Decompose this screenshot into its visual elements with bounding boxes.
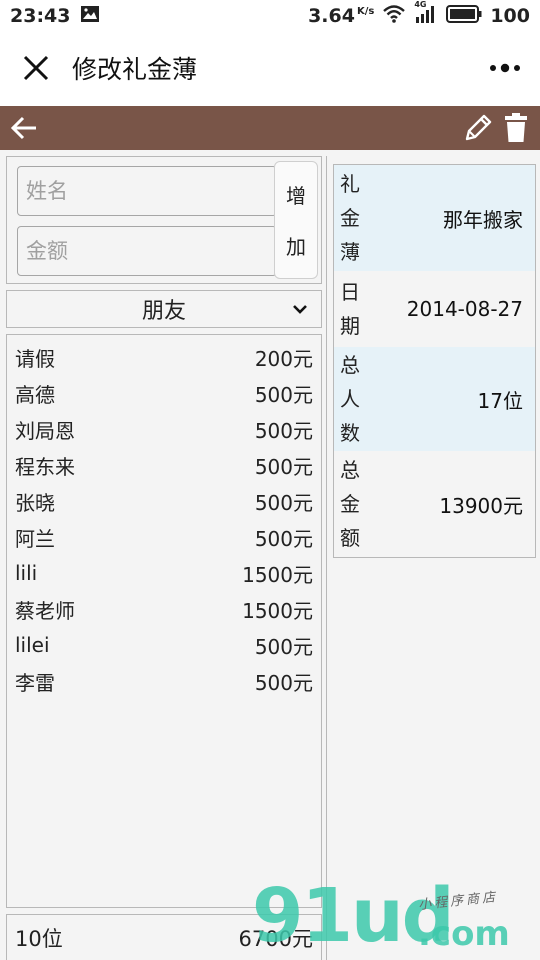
guest-row[interactable]: 张晓 500元 [7, 483, 321, 519]
add-button[interactable]: 增 加 [274, 161, 318, 279]
guest-name: 蔡老师 [15, 598, 75, 623]
info-value-date: 2014-08-27 [406, 297, 523, 321]
guest-list: 请假 200元 高德 500元 刘局恩 500元 程东来 500元 张晓 500元 阿兰 500元 li… [6, 334, 322, 908]
back-button[interactable] [6, 108, 42, 148]
info-value-amount: 13900元 [439, 493, 523, 518]
edit-button[interactable] [460, 108, 496, 148]
column-divider [326, 156, 327, 960]
info-key-amount: 总金额 [340, 458, 360, 550]
arrow-left-icon [10, 116, 36, 140]
close-icon [23, 55, 49, 81]
chevron-down-icon [293, 305, 307, 314]
wifi-icon [382, 4, 406, 29]
trash-icon [505, 113, 527, 142]
guest-name: lili [15, 561, 38, 585]
guest-amount: 500元 [254, 670, 313, 695]
guest-row[interactable]: 刘局恩 500元 [7, 411, 321, 447]
info-row-amount: 总金额 13900元 [334, 451, 535, 557]
book-info-panel: 礼金薄 那年搬家 日期 2014-08-27 总人数 17位 总金额 13900… [333, 164, 536, 558]
status-time: 23:43 [10, 5, 71, 27]
guest-name: 李雷 [15, 670, 55, 695]
info-key-book: 礼金薄 [340, 172, 360, 264]
gallery-notification-icon [80, 5, 100, 28]
network-speed: 3.64 K/s [308, 5, 375, 27]
guest-row[interactable]: 阿兰 500元 [7, 519, 321, 555]
battery-icon [446, 4, 482, 28]
guest-name: lilei [15, 633, 50, 657]
cellular-signal-icon: 4G [414, 0, 438, 29]
title-bar: 修改礼金薄 [0, 32, 540, 104]
info-key-date: 日期 [340, 280, 360, 338]
content-area: 增 加 朋友 请假200元高德500元刘局恩500元程东来500元张晓500元阿… [0, 150, 540, 960]
summary-bar: 10位 6700元 [6, 914, 322, 960]
guest-amount: 500元 [254, 454, 313, 479]
guest-name: 张晓 [15, 490, 55, 515]
action-toolbar [0, 106, 540, 150]
guest-name: 刘局恩 [15, 418, 75, 443]
info-key-people: 总人数 [340, 353, 360, 445]
delete-button[interactable] [498, 108, 534, 148]
info-value-people: 17位 [477, 388, 523, 413]
guest-name: 请假 [15, 346, 55, 371]
guest-amount: 1500元 [242, 598, 313, 623]
guest-amount: 1500元 [242, 562, 313, 587]
more-button[interactable] [470, 32, 540, 104]
category-select[interactable]: 朋友 [6, 290, 322, 328]
guest-row[interactable]: 高德 500元 [7, 375, 321, 411]
name-input[interactable] [17, 166, 277, 216]
amount-input[interactable] [17, 226, 277, 276]
page-title: 修改礼金薄 [72, 55, 198, 84]
guest-amount: 500元 [254, 418, 313, 443]
guest-row[interactable]: 李雷 500元 [7, 663, 321, 699]
guest-row[interactable]: 蔡老师 1500元 [7, 591, 321, 627]
close-button[interactable] [0, 32, 72, 104]
guest-row[interactable]: 程东来 500元 [7, 447, 321, 483]
add-button-label-1: 增 [286, 184, 306, 208]
category-selected-value: 朋友 [141, 299, 186, 324]
guest-name: 阿兰 [15, 526, 55, 551]
info-row-people: 总人数 17位 [334, 347, 535, 451]
add-button-label-2: 加 [286, 235, 306, 259]
guest-name: 程东来 [15, 454, 75, 479]
battery-level: 100 [490, 5, 530, 27]
guest-row[interactable]: 请假 200元 [7, 339, 321, 375]
info-row-book: 礼金薄 那年搬家 [334, 165, 535, 271]
add-guest-form: 增 加 [6, 156, 322, 284]
info-row-date: 日期 2014-08-27 [334, 271, 535, 347]
guest-total-amount: 6700元 [238, 926, 313, 951]
guest-amount: 200元 [254, 346, 313, 371]
pencil-icon [465, 114, 492, 141]
guest-amount: 500元 [254, 490, 313, 515]
guest-amount: 500元 [254, 382, 313, 407]
info-value-book: 那年搬家 [443, 207, 523, 232]
guest-count: 10位 [15, 926, 63, 951]
status-bar: 23:43 3.64 K/s 4G 100 [0, 0, 540, 32]
guest-row[interactable]: lilei 500元 [7, 627, 321, 663]
more-dots-icon [490, 63, 520, 73]
guest-row[interactable]: lili 1500元 [7, 555, 321, 591]
guest-amount: 500元 [254, 526, 313, 551]
guest-amount: 500元 [254, 634, 313, 659]
guest-name: 高德 [15, 382, 55, 407]
